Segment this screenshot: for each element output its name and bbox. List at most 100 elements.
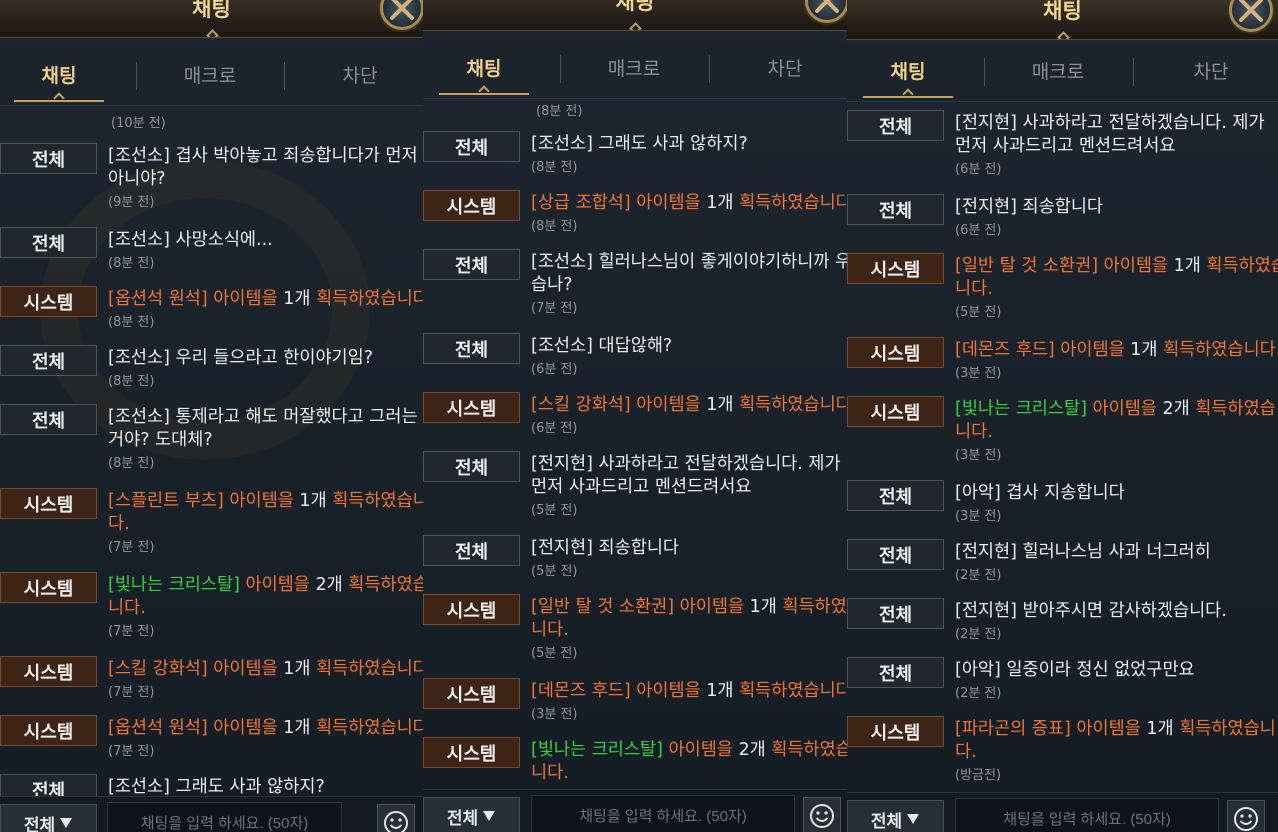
message-text: [조선소] 우리 들으라고 한이야기임?: [108, 348, 374, 368]
message-body: [옵션석 원석] 아이템을 1개 획득하였습니다. (8분 전): [108, 288, 423, 333]
message-body: [아악] 겹사 지송합니다 (3분 전): [955, 482, 1278, 527]
message-body: [옵션석 원석] 아이템을 1개 획득하였습니다. (7분 전): [108, 717, 423, 762]
message-body: [일반 탈 것 소환권] 아이템을 1개 획득하였습니다. (5분 전): [531, 596, 847, 664]
message-time: (7분 전): [108, 744, 155, 759]
message-body: [스킬 강화석] 아이템을 1개 획득하였습니다. (7분 전): [108, 658, 423, 703]
channel-select[interactable]: 전체: [0, 804, 97, 832]
tab-block[interactable]: 차단: [300, 48, 420, 104]
triangle-down-icon: [60, 818, 73, 828]
emoji-button[interactable]: [1227, 800, 1265, 832]
channel-tag-system: 시스템: [423, 392, 520, 423]
smiley-icon: [384, 811, 408, 832]
message-body: [전지현] 죄송합니다 (6분 전): [955, 196, 1278, 241]
message-body: [전지현] 사과하라고 전달하겠습니다. 제가 먼저 사과드리고 멘션드려서요 (6…: [955, 112, 1278, 180]
tab-divider: [984, 58, 985, 86]
message-body: [조선소] 사망소식에... (8분 전): [108, 229, 423, 274]
message-text: 아니야?: [108, 169, 166, 189]
channel-tag-system: 시스템: [0, 286, 97, 317]
message-body: [전지현] 사과하라고 전달하겠습니다. 제가 먼저 사과드리고 멘션드려서요 (5…: [531, 453, 847, 521]
channel-select[interactable]: 전체: [423, 797, 520, 832]
emoji-button[interactable]: [803, 797, 841, 832]
message-text: [스플린트 부츠] 아이템을 1개 획득하였습니: [108, 491, 423, 511]
tab-block[interactable]: 차단: [1149, 44, 1273, 100]
panel-title: 채팅: [1043, 0, 1082, 23]
message-time: (6분 전): [955, 162, 1002, 177]
emoji-button[interactable]: [377, 804, 415, 832]
tab-macro[interactable]: 매크로: [573, 41, 695, 97]
message-time: (2분 전): [955, 686, 1002, 701]
triangle-down-icon: [907, 814, 920, 824]
channel-tag-all: 전체: [0, 404, 97, 435]
message-text: [조선소] 사망소식에...: [108, 230, 273, 250]
channel-select[interactable]: 전체: [847, 800, 944, 832]
message-text: [일반 탈 것 소환권] 아이템을 1개 획득하였습: [955, 256, 1278, 276]
title-ornament: [1056, 31, 1070, 39]
chat-input[interactable]: 채팅을 입력 하세요. (50자): [955, 798, 1219, 832]
message-time: (3분 전): [955, 448, 1002, 463]
title-bar: 채팅: [423, 0, 847, 31]
message-time: (7분 전): [531, 301, 578, 316]
channel-tag-system: 시스템: [0, 715, 97, 746]
message-body: [조선소] 통제라고 해도 머잘했다고 그러는 거야? 도대체? (8분 전): [108, 406, 423, 474]
chat-input[interactable]: 채팅을 입력 하세요. (50자): [531, 795, 795, 832]
message-body: [상급 조합석] 아이템을 1개 획득하였습니다. (8분 전): [531, 192, 847, 237]
message-text: [데몬즈 후드] 아이템을 1개 획득하였습니다.: [955, 340, 1278, 360]
channel-tag-system: 시스템: [0, 488, 97, 519]
channel-tag-all: 전체: [847, 110, 944, 141]
close-button[interactable]: [1229, 0, 1273, 32]
tab-block[interactable]: 차단: [725, 41, 845, 97]
tab-macro[interactable]: 매크로: [997, 44, 1119, 100]
message-text: [전지현] 사과하라고 전달하겠습니다. 제가: [955, 113, 1265, 133]
close-x-icon: [1239, 0, 1263, 22]
message-text: [전지현] 받아주시면 감사하겠습니다.: [955, 601, 1227, 621]
tab-chat[interactable]: 채팅: [431, 41, 537, 97]
tab-macro[interactable]: 매크로: [150, 48, 270, 104]
chat-panel-2: 채팅 채팅 매크로 차단 (8분 전) 전체 [조선소] 그래도 사과 않하지? (…: [423, 0, 847, 832]
tab-chat[interactable]: 채팅: [6, 48, 112, 104]
message-time: (8분 전): [108, 456, 155, 471]
message-text: 먼저 사과드리고 멘션드려서요: [531, 477, 752, 497]
message-time: (6분 전): [531, 362, 578, 377]
message-text: 니다.: [955, 422, 993, 442]
message-body: [조선소] 겹사 박아놓고 죄송합니다가 먼저 아니야? (9분 전): [108, 145, 423, 213]
tab-divider: [1133, 58, 1134, 86]
input-bar: 전체 채팅을 입력 하세요. (50자): [423, 789, 847, 832]
message-body: [조선소] 대답않해? (6분 전): [531, 335, 847, 380]
channel-tag-all: 전체: [423, 131, 520, 162]
message-body: [스플린트 부츠] 아이템을 1개 획득하였습니 다. (7분 전): [108, 490, 423, 558]
input-bar: 전체 채팅을 입력 하세요. (50자): [0, 796, 423, 832]
channel-tag-all: 전체: [0, 345, 97, 376]
close-button[interactable]: [380, 0, 423, 30]
message-time: (8분 전): [108, 315, 155, 330]
message-text: [빛나는 크리스탈] 아이템을 2개 획득하였습: [531, 740, 847, 760]
message-time: (8분 전): [108, 374, 155, 389]
channel-tag-system: 시스템: [423, 737, 520, 768]
message-time: (7분 전): [108, 685, 155, 700]
triangle-down-icon: [483, 811, 496, 821]
tab-bar: 채팅 매크로 차단: [847, 44, 1278, 102]
message-body: [전지현] 죄송합니다 (5분 전): [531, 537, 847, 582]
message-time: (7분 전): [108, 624, 155, 639]
tab-divider: [136, 62, 137, 90]
channel-tag-system: 시스템: [0, 656, 97, 687]
message-text: 다.: [955, 742, 977, 762]
smiley-icon: [1234, 807, 1258, 831]
title-ornament: [629, 22, 642, 30]
tab-divider: [709, 55, 710, 83]
message-time: (8분 전): [108, 256, 155, 271]
tab-chat[interactable]: 채팅: [855, 44, 961, 100]
message-text: [옵션석 원석] 아이템을 1개 획득하였습니다.: [108, 718, 423, 738]
message-body: [파라곤의 증표] 아이템을 1개 획득하였습니 다. (방금전): [955, 718, 1278, 786]
message-time: (방금전): [955, 768, 1002, 783]
message-time: (8분 전): [536, 104, 583, 119]
message-text: 습나?: [531, 275, 573, 295]
channel-tag-all: 전체: [847, 539, 944, 570]
message-text: [일반 탈 것 소환권] 아이템을 1개 획득하였습: [531, 597, 847, 617]
message-text: [전지현] 죄송합니다: [955, 197, 1104, 217]
tab-bar: 채팅 매크로 차단: [423, 41, 847, 99]
channel-tag-system: 시스템: [423, 594, 520, 625]
close-button[interactable]: [805, 0, 847, 23]
message-time: (5분 전): [955, 305, 1002, 320]
channel-tag-all: 전체: [847, 480, 944, 511]
chat-input[interactable]: 채팅을 입력 하세요. (50자): [107, 802, 342, 832]
